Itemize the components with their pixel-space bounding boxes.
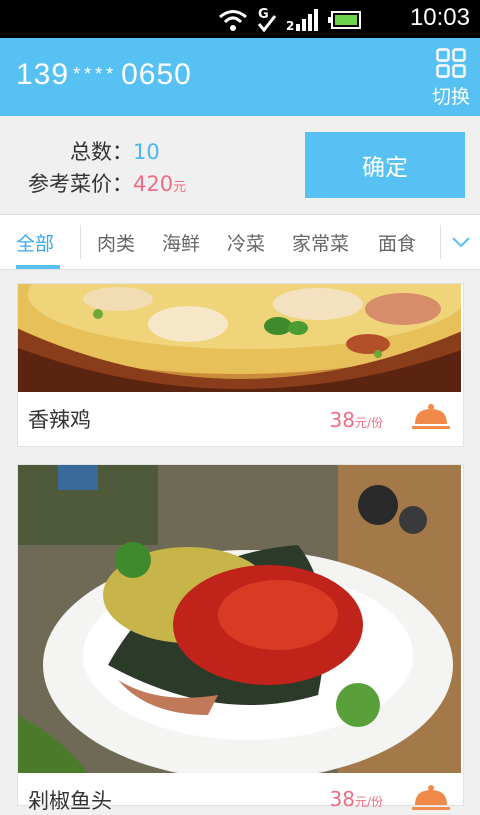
count-row: 总数：10: [0, 136, 290, 166]
tab-all[interactable]: 全部: [16, 229, 54, 256]
switch-button[interactable]: 切换: [430, 48, 472, 109]
phone-suffix: 0650: [121, 58, 192, 91]
price-unit: 元: [173, 180, 187, 195]
price-row: 参考菜价：420元: [0, 168, 290, 198]
status-icons: G 2: [218, 6, 362, 34]
tab-noodles[interactable]: 面食: [378, 229, 416, 256]
svg-text:2: 2: [286, 19, 294, 32]
phone-prefix: 139: [16, 58, 70, 91]
tab-active-indicator: [16, 265, 60, 269]
phone-number: 139 **** 0650: [16, 58, 192, 92]
dish-card[interactable]: 香辣鸡 38元/份: [17, 283, 464, 447]
switch-label: 切换: [431, 86, 470, 108]
price-label: 参考菜价：: [28, 172, 133, 196]
cloche-icon[interactable]: [411, 402, 451, 432]
header-bar: 139 **** 0650 切换: [0, 38, 480, 116]
grid-icon: [436, 48, 466, 78]
signal-icon: 2: [286, 9, 318, 32]
dish-card[interactable]: 剁椒鱼头 38元/份: [17, 464, 464, 813]
tab-cold-dishes[interactable]: 冷菜: [227, 229, 265, 256]
dish-price-unit: 元/份: [354, 795, 383, 809]
dish-image: [18, 284, 461, 392]
count-value: 10: [133, 140, 160, 164]
order-summary: 总数：10 参考菜价：420元 确定: [0, 116, 480, 214]
category-tabs: 全部 肉类 海鲜 冷菜 家常菜 面食: [0, 214, 480, 270]
tab-divider: [80, 225, 81, 259]
wifi-icon: [219, 10, 247, 31]
battery-icon: [328, 11, 361, 29]
count-label: 总数：: [70, 140, 133, 164]
dish-name: 剁椒鱼头: [28, 789, 112, 813]
tab-meat[interactable]: 肉类: [97, 229, 135, 256]
dish-price-value: 38: [329, 408, 355, 432]
svg-text:G: G: [258, 7, 269, 22]
status-bar: G 2 10:03: [0, 0, 480, 38]
dish-price-unit: 元/份: [354, 416, 383, 430]
dish-price-value: 38: [329, 787, 355, 811]
more-divider: [440, 225, 441, 259]
status-time: 10:03: [409, 4, 470, 31]
dish-image: [18, 465, 461, 773]
dish-name: 香辣鸡: [28, 408, 91, 432]
tab-seafood[interactable]: 海鲜: [162, 229, 200, 256]
dish-price: 38元/份: [330, 408, 384, 432]
phone-mask: ****: [73, 64, 118, 84]
cloche-icon[interactable]: [411, 783, 451, 813]
price-value: 420: [133, 172, 174, 196]
tab-home-style[interactable]: 家常菜: [292, 229, 349, 256]
g-network-icon: G: [257, 7, 277, 33]
confirm-button[interactable]: 确定: [305, 132, 465, 198]
dish-price: 38元/份: [330, 787, 384, 811]
chevron-down-icon[interactable]: [450, 232, 472, 252]
